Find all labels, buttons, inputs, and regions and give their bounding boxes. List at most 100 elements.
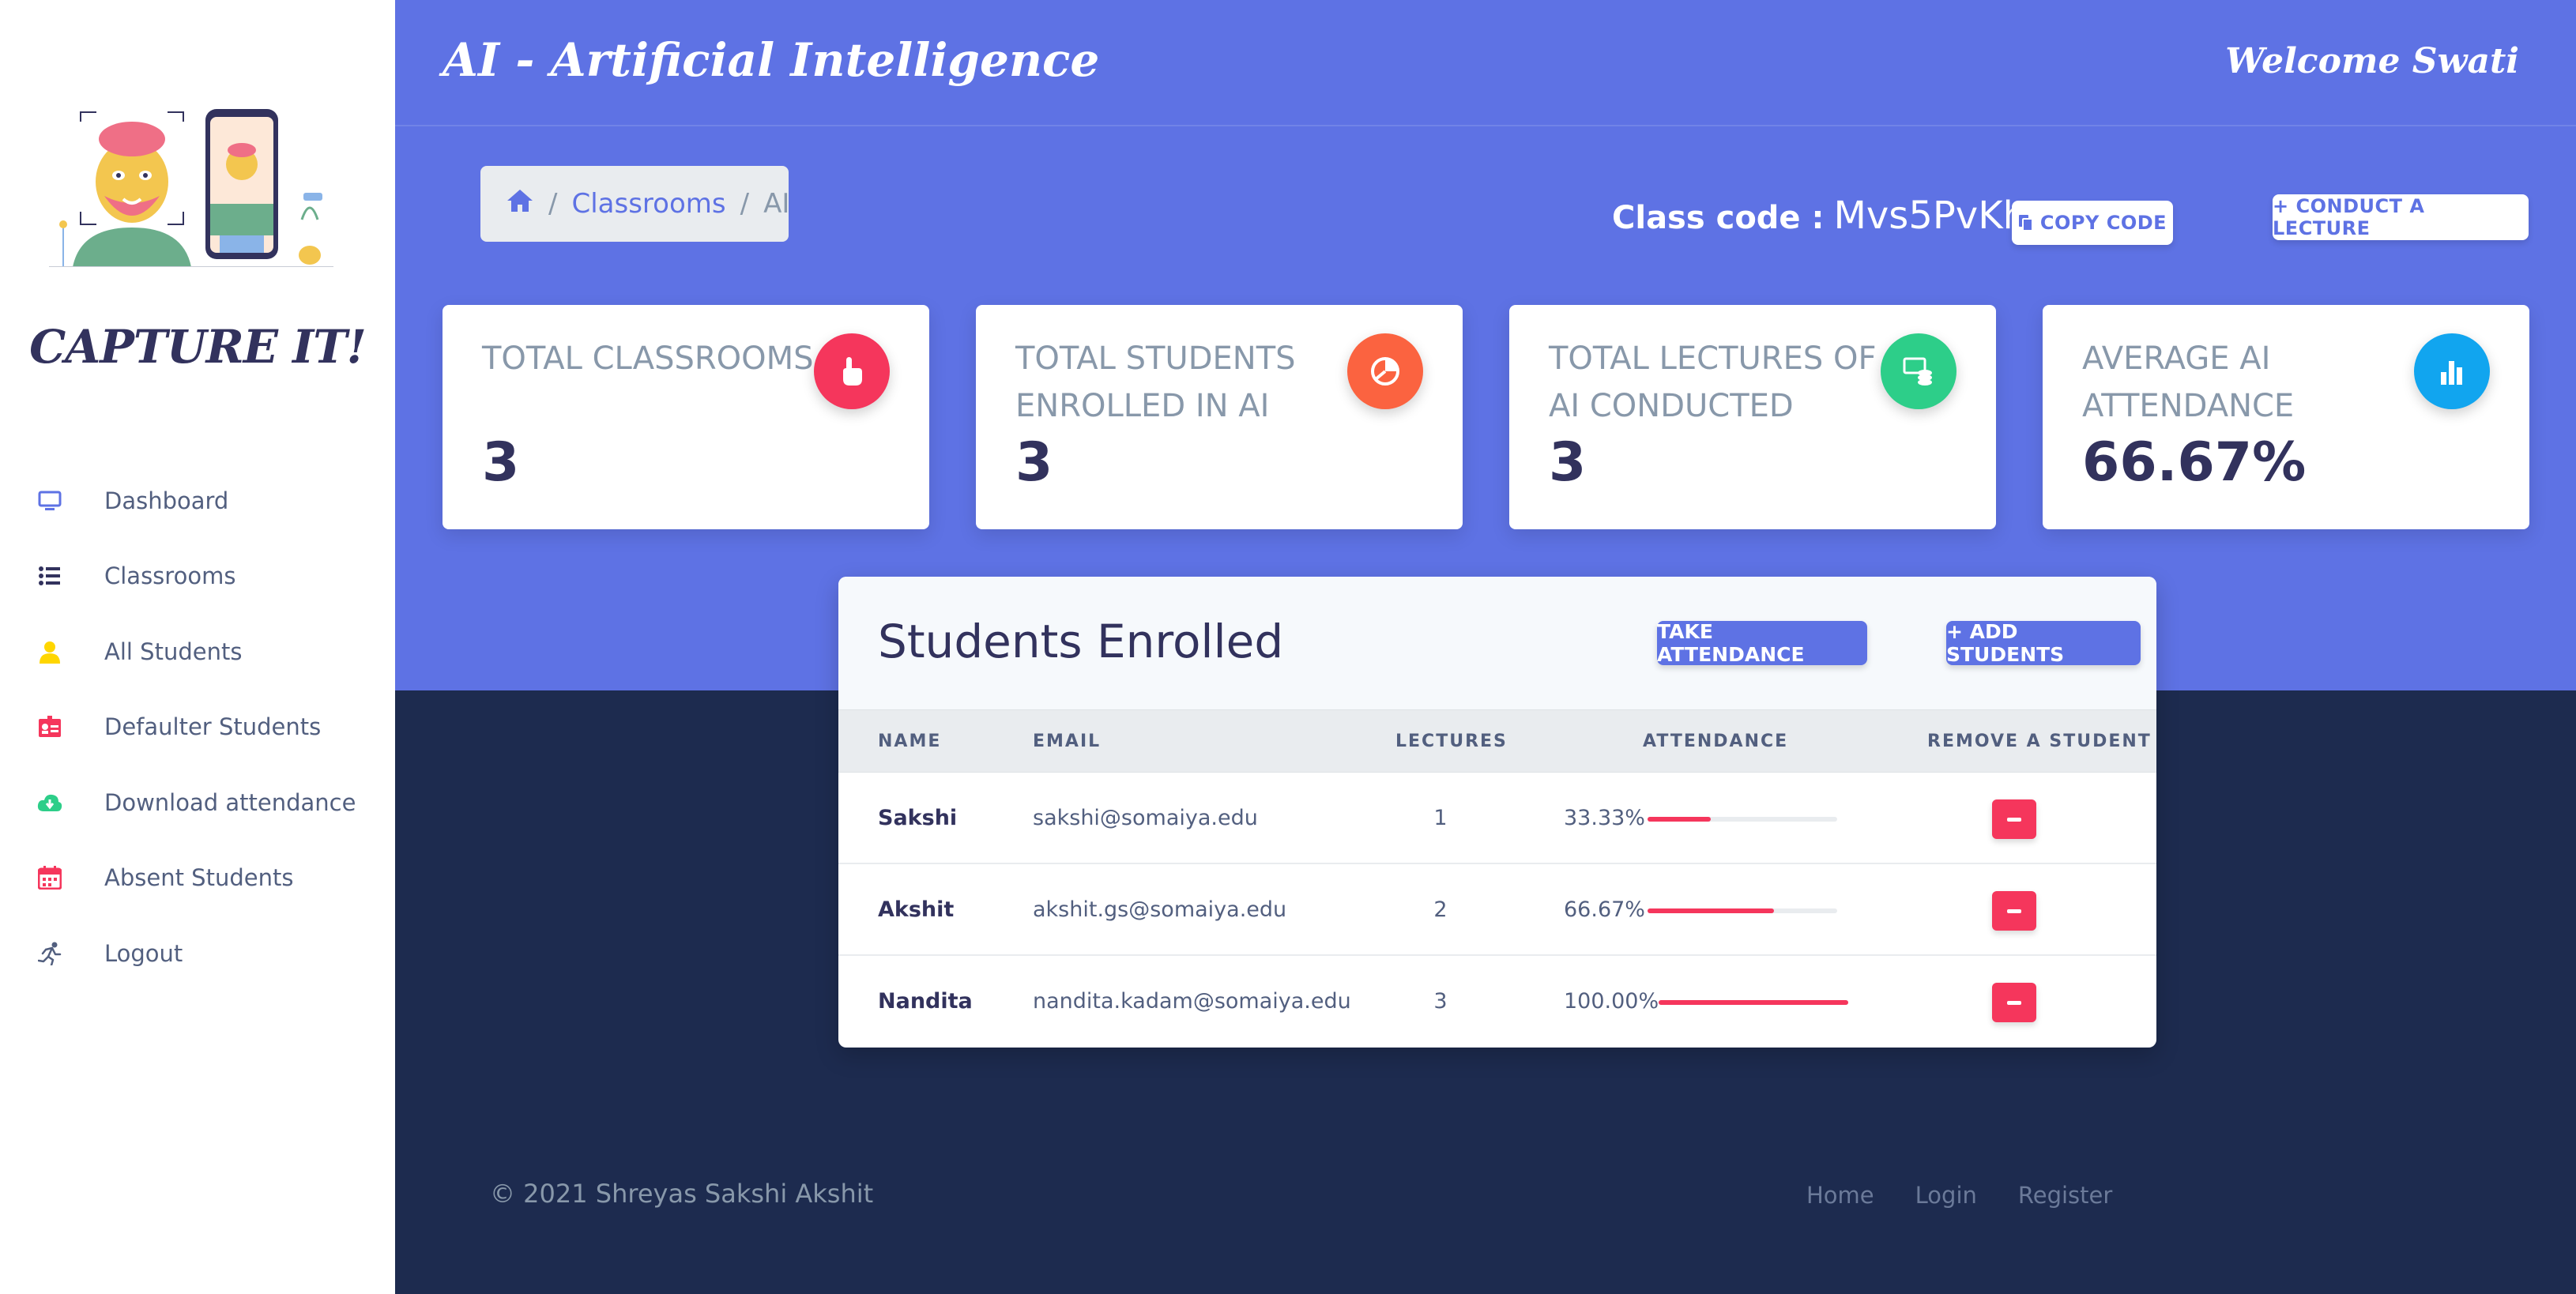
minus-icon bbox=[2007, 908, 2021, 913]
stat-title: TOTAL STUDENTS ENROLLED IN AI bbox=[1015, 340, 1296, 424]
column-header-remove: REMOVE A STUDENT bbox=[1927, 732, 2152, 751]
students-enrolled-card: Students Enrolled TAKE ATTENDANCE + ADD … bbox=[838, 577, 2156, 1048]
sidebar-item-absent-students[interactable]: Absent Students bbox=[0, 841, 395, 916]
list-icon bbox=[36, 562, 63, 589]
column-header-lectures: LECTURES bbox=[1395, 732, 1508, 751]
student-attendance: 100.00% bbox=[1564, 989, 1659, 1014]
stat-value: 66.67% bbox=[2082, 431, 2307, 494]
welcome-user[interactable]: Welcome Swati bbox=[2225, 41, 2519, 81]
sidebar-item-classrooms[interactable]: Classrooms bbox=[0, 539, 395, 615]
add-students-button[interactable]: + ADD STUDENTS bbox=[1946, 620, 2141, 666]
footer-copyright: © 2021 Shreyas Sakshi Akshit bbox=[490, 1179, 874, 1209]
breadcrumb-link-classrooms[interactable]: Classrooms bbox=[571, 188, 725, 220]
attendance-progress-bar bbox=[1659, 1000, 1848, 1005]
top-navbar: AI - Artificial Intelligence Welcome Swa… bbox=[395, 0, 2576, 126]
brand-logo: CAPTURE IT! bbox=[29, 320, 367, 374]
table-header: NAME EMAIL LECTURES ATTENDANCE REMOVE A … bbox=[838, 709, 2156, 773]
sidebar-item-label: Classrooms bbox=[104, 562, 236, 590]
copy-code-button[interactable]: COPY CODE bbox=[2012, 201, 2173, 245]
stat-title: TOTAL CLASSROOMS bbox=[482, 340, 814, 377]
footer-link-home[interactable]: Home bbox=[1806, 1182, 1874, 1209]
stat-card-total-lectures: TOTAL LECTURES OF AI CONDUCTED 3 bbox=[1509, 305, 1996, 529]
running-icon bbox=[36, 940, 63, 967]
attendance-progress-fill bbox=[1659, 1000, 1848, 1005]
student-attendance: 66.67% bbox=[1564, 897, 1645, 922]
sidebar-item-defaulter-students[interactable]: Defaulter Students bbox=[0, 690, 395, 765]
card-header: Students Enrolled TAKE ATTENDANCE + ADD … bbox=[838, 577, 2156, 709]
class-code: Class code : Mvs5PvKh bbox=[1612, 194, 2027, 238]
stat-title: AVERAGE AI ATTENDANCE bbox=[2082, 340, 2295, 424]
sidebar-item-label: Absent Students bbox=[104, 864, 294, 892]
remove-student-button[interactable] bbox=[1992, 983, 2036, 1022]
class-code-value: Mvs5PvKh bbox=[1833, 194, 2028, 238]
sidebar-item-dashboard[interactable]: Dashboard bbox=[0, 463, 395, 539]
remove-student-button[interactable] bbox=[1992, 891, 2036, 931]
student-name: Nandita bbox=[878, 989, 973, 1014]
minus-icon bbox=[2007, 1000, 2021, 1005]
breadcrumb-current: AI bbox=[763, 188, 790, 220]
remove-student-button[interactable] bbox=[1992, 799, 2036, 839]
pie-chart-icon bbox=[1347, 333, 1423, 409]
copy-icon bbox=[2018, 214, 2034, 231]
student-email: akshit.gs@somaiya.edu bbox=[1033, 897, 1287, 922]
conduct-lecture-label: + CONDUCT A LECTURE bbox=[2273, 195, 2425, 239]
sidebar-item-label: Dashboard bbox=[104, 487, 229, 514]
sidebar: CAPTURE IT! Dashboard Classrooms All Stu… bbox=[0, 0, 395, 1294]
stat-value: 3 bbox=[1015, 431, 1053, 494]
sidebar-item-label: Download attendance bbox=[104, 788, 356, 816]
card-title: Students Enrolled bbox=[878, 615, 1284, 668]
sidebar-item-download-attendance[interactable]: Download attendance bbox=[0, 765, 395, 841]
student-lectures: 2 bbox=[1433, 897, 1448, 922]
sidebar-item-label: Logout bbox=[104, 939, 183, 967]
id-card-icon bbox=[36, 713, 63, 740]
class-code-label: Class code : bbox=[1612, 200, 1825, 236]
conduct-lecture-button[interactable]: + CONDUCT A LECTURE bbox=[2273, 194, 2529, 240]
money-coins-icon bbox=[1881, 333, 1956, 409]
student-lectures: 1 bbox=[1433, 806, 1448, 830]
student-lectures: 3 bbox=[1433, 989, 1448, 1014]
sidebar-item-label: All Students bbox=[104, 638, 243, 665]
pointer-hand-icon bbox=[814, 333, 890, 409]
column-header-attendance: ATTENDANCE bbox=[1643, 732, 1789, 751]
attendance-progress-bar bbox=[1648, 908, 1837, 913]
column-header-email: EMAIL bbox=[1033, 732, 1102, 751]
monitor-icon bbox=[36, 487, 63, 514]
student-name: Akshit bbox=[878, 897, 955, 922]
footer-links: Home Login Register bbox=[1806, 1182, 2153, 1209]
attendance-progress-fill bbox=[1648, 817, 1711, 822]
breadcrumb-separator: / bbox=[548, 188, 558, 220]
copy-code-label: COPY CODE bbox=[2039, 212, 2167, 234]
minus-icon bbox=[2007, 817, 2021, 822]
sidebar-item-all-students[interactable]: All Students bbox=[0, 614, 395, 690]
stat-value: 3 bbox=[1549, 431, 1587, 494]
home-icon[interactable] bbox=[506, 188, 534, 220]
stat-card-total-students: TOTAL STUDENTS ENROLLED IN AI 3 bbox=[976, 305, 1463, 529]
stat-value: 3 bbox=[482, 431, 520, 494]
table-row: Nandita nandita.kadam@somaiya.edu 3 100.… bbox=[838, 956, 2156, 1048]
cloud-download-icon bbox=[36, 789, 63, 816]
student-name: Sakshi bbox=[878, 806, 958, 830]
student-email: sakshi@somaiya.edu bbox=[1033, 806, 1258, 830]
stat-card-total-classrooms: TOTAL CLASSROOMS 3 bbox=[443, 305, 929, 529]
breadcrumb: / Classrooms / AI bbox=[480, 166, 789, 242]
table-row: Sakshi sakshi@somaiya.edu 1 33.33% bbox=[838, 773, 2156, 864]
stat-card-average-attendance: AVERAGE AI ATTENDANCE 66.67% bbox=[2043, 305, 2529, 529]
table-row: Akshit akshit.gs@somaiya.edu 2 66.67% bbox=[838, 864, 2156, 956]
attendance-progress-fill bbox=[1648, 908, 1774, 913]
breadcrumb-separator: / bbox=[740, 188, 750, 220]
bar-chart-icon bbox=[2414, 333, 2490, 409]
footer-link-register[interactable]: Register bbox=[2018, 1182, 2112, 1209]
footer-link-login[interactable]: Login bbox=[1915, 1182, 1977, 1209]
calendar-icon bbox=[36, 864, 63, 891]
user-icon bbox=[36, 638, 63, 665]
student-attendance: 33.33% bbox=[1564, 806, 1645, 830]
sidebar-nav: Dashboard Classrooms All Students Defaul… bbox=[0, 463, 395, 991]
page-title: AI - Artificial Intelligence bbox=[443, 33, 1100, 87]
sidebar-item-logout[interactable]: Logout bbox=[0, 916, 395, 991]
take-attendance-button[interactable]: TAKE ATTENDANCE bbox=[1657, 620, 1867, 666]
sidebar-item-label: Defaulter Students bbox=[104, 713, 322, 741]
student-email: nandita.kadam@somaiya.edu bbox=[1033, 989, 1351, 1014]
attendance-progress-bar bbox=[1648, 817, 1837, 822]
stat-title: TOTAL LECTURES OF AI CONDUCTED bbox=[1549, 340, 1877, 424]
face-recognition-illustration bbox=[49, 109, 333, 267]
